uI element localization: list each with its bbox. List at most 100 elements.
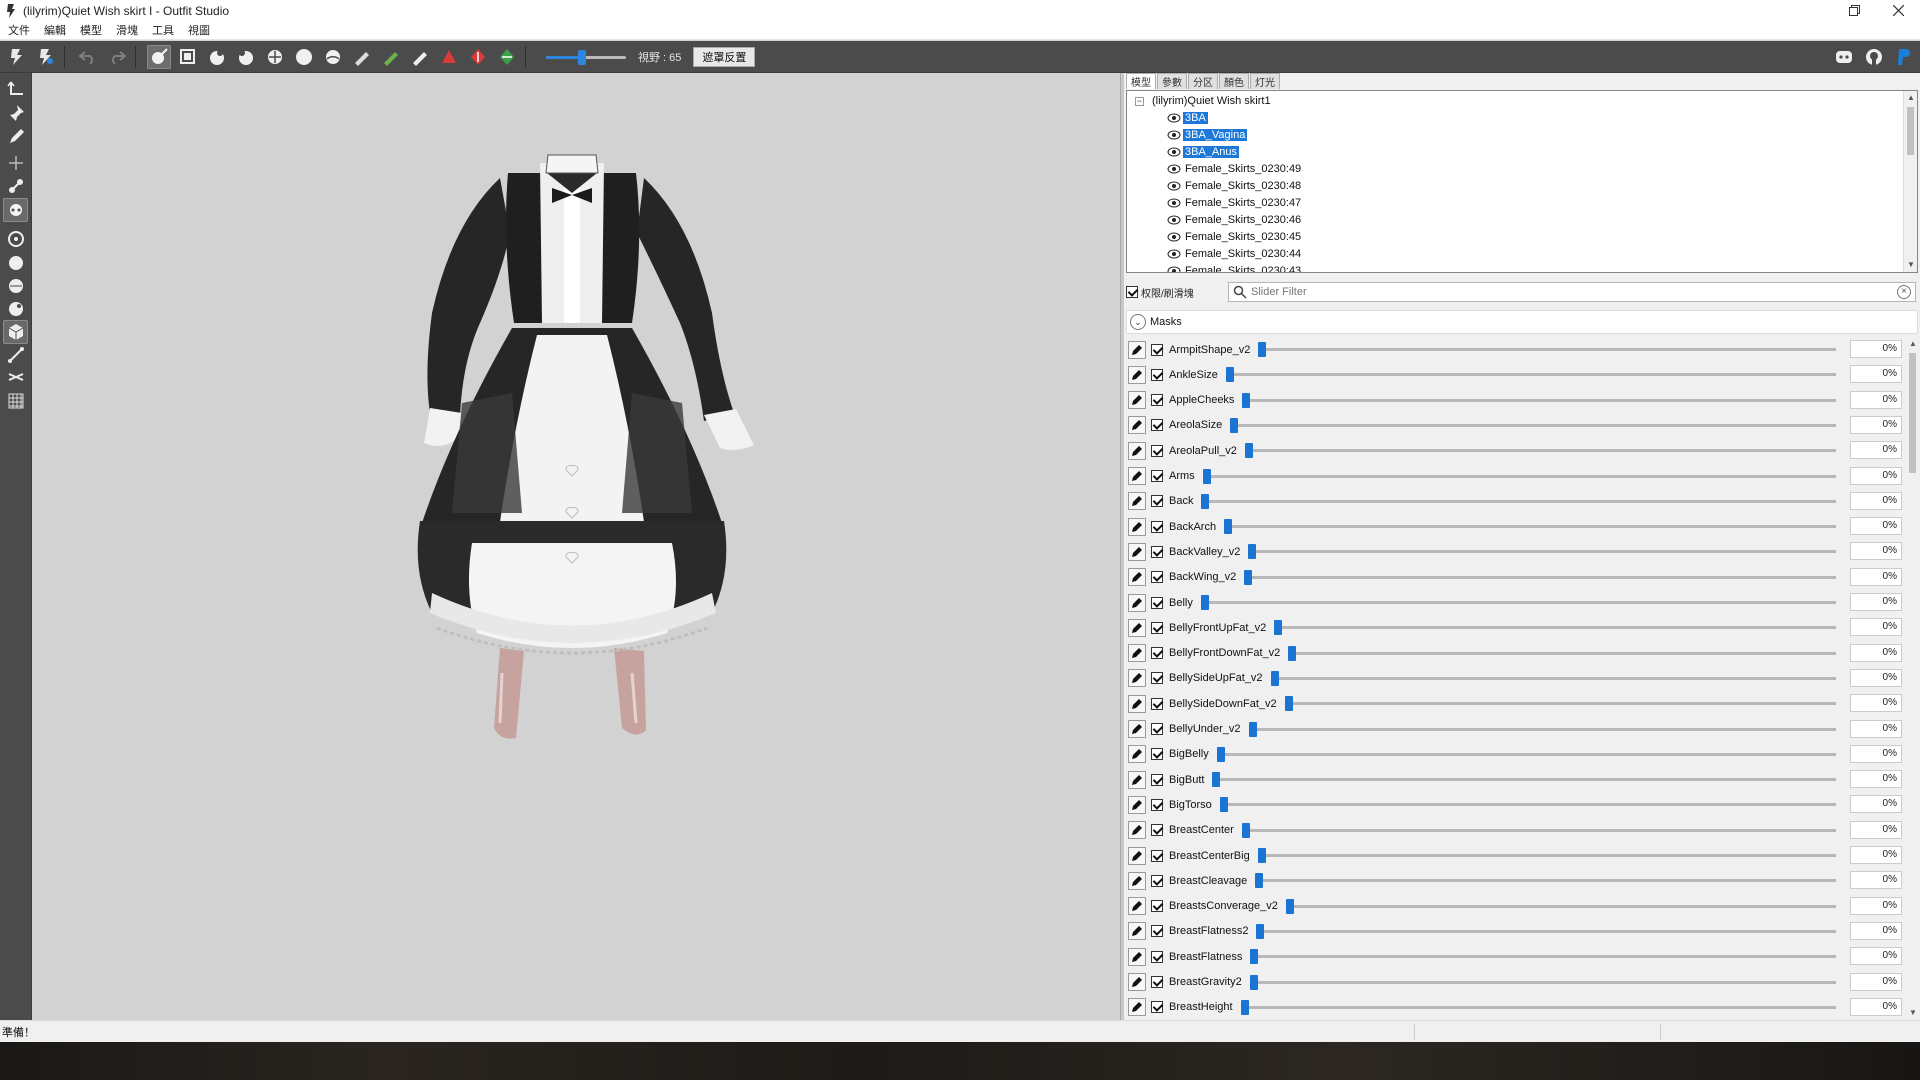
edit-slider-button[interactable] — [1128, 542, 1146, 561]
slider-enable-checkbox[interactable] — [1151, 798, 1163, 811]
tree-item[interactable]: Female_Skirts_0230:48 — [1167, 178, 1303, 194]
edit-slider-button[interactable] — [1128, 770, 1146, 789]
edit-slider-button[interactable] — [1128, 922, 1146, 941]
restore-button[interactable] — [1832, 0, 1876, 21]
visibility-eye-icon[interactable] — [1167, 181, 1181, 191]
edit-slider-button[interactable] — [1128, 694, 1146, 713]
slider-handle[interactable] — [1248, 544, 1256, 560]
visibility-eye-icon[interactable] — [1167, 215, 1181, 225]
translate-tool-icon[interactable] — [3, 77, 28, 101]
tab-partitions[interactable]: 分区 — [1188, 73, 1218, 89]
tree-item[interactable]: 3BA_Anus — [1167, 144, 1239, 160]
discord-icon[interactable] — [1832, 45, 1856, 69]
slider-enable-checkbox[interactable] — [1151, 900, 1163, 913]
slider-handle[interactable] — [1274, 620, 1282, 636]
menu-model[interactable]: 模型 — [80, 22, 102, 38]
edit-slider-button[interactable] — [1128, 365, 1146, 384]
undiff-brush-icon[interactable] — [321, 45, 345, 69]
slider-value[interactable]: 0% — [1850, 491, 1902, 510]
slider-handle[interactable] — [1212, 772, 1220, 788]
edit-slider-button[interactable] — [1128, 618, 1146, 637]
slider-enable-checkbox[interactable] — [1151, 824, 1163, 837]
smooth-shading-icon[interactable] — [3, 274, 28, 298]
scroll-up-icon[interactable]: ▲ — [1904, 91, 1917, 105]
shaded-view-icon[interactable] — [3, 251, 28, 275]
edit-slider-button[interactable] — [1128, 846, 1146, 865]
weight-brush-icon[interactable] — [350, 45, 374, 69]
slider-handle[interactable] — [1242, 392, 1250, 408]
tree-item[interactable]: 3BA_Vagina — [1167, 127, 1248, 143]
slider-value[interactable]: 0% — [1850, 820, 1902, 839]
slider-handle[interactable] — [1250, 949, 1258, 965]
tree-scrollbar[interactable]: ▲ ▼ — [1903, 91, 1917, 272]
edit-slider-button[interactable] — [1128, 745, 1146, 764]
slider-handle[interactable] — [1256, 923, 1264, 939]
alpha-brush-icon[interactable] — [408, 45, 432, 69]
edit-slider-button[interactable] — [1128, 340, 1146, 359]
slider-handle[interactable] — [1242, 822, 1250, 838]
deflate-brush-icon[interactable] — [234, 45, 258, 69]
3d-viewport[interactable] — [32, 73, 1120, 1020]
tree-item[interactable]: 3BA — [1167, 110, 1208, 126]
tab-lights[interactable]: 灯光 — [1250, 73, 1280, 89]
slider-handle[interactable] — [1288, 645, 1296, 661]
slider-enable-checkbox[interactable] — [1151, 723, 1163, 735]
brush-sliders-checkbox[interactable] — [1126, 286, 1138, 298]
pin-tool-icon[interactable] — [3, 101, 28, 125]
edit-slider-button[interactable] — [1128, 821, 1146, 840]
tree-item[interactable]: Female_Skirts_0230:45 — [1167, 229, 1303, 245]
visibility-eye-icon[interactable] — [1167, 266, 1181, 273]
load-project-icon[interactable] — [5, 45, 29, 69]
slider-value[interactable]: 0% — [1850, 618, 1902, 637]
smooth-brush-icon[interactable] — [292, 45, 316, 69]
slider-handle[interactable] — [1249, 721, 1257, 737]
slider-enable-checkbox[interactable] — [1151, 849, 1163, 862]
slider-value[interactable]: 0% — [1850, 390, 1902, 409]
slider-enable-checkbox[interactable] — [1151, 697, 1163, 710]
slider-value[interactable]: 0% — [1850, 846, 1902, 864]
scrollbar-thumb[interactable] — [1909, 353, 1916, 473]
scroll-up-icon[interactable]: ▲ — [1906, 337, 1920, 351]
edit-slider-button[interactable] — [1128, 720, 1146, 738]
slider-enable-checkbox[interactable] — [1151, 672, 1163, 685]
menu-slider[interactable]: 滑塊 — [116, 22, 138, 38]
inflate-brush-icon[interactable] — [205, 45, 229, 69]
scroll-down-icon[interactable]: ▼ — [1906, 1006, 1920, 1020]
slider-handle[interactable] — [1285, 696, 1293, 712]
slider-enable-checkbox[interactable] — [1151, 419, 1163, 432]
tree-item[interactable]: Female_Skirts_0230:46 — [1167, 212, 1303, 228]
edit-slider-button[interactable] — [1128, 391, 1146, 410]
edit-slider-button[interactable] — [1128, 568, 1146, 587]
slider-enable-checkbox[interactable] — [1151, 520, 1163, 533]
tree-item[interactable]: Female_Skirts_0230:44 — [1167, 246, 1303, 262]
slider-enable-checkbox[interactable] — [1151, 621, 1163, 634]
chevron-down-icon[interactable]: ⌄ — [1130, 314, 1146, 330]
slider-value[interactable]: 0% — [1850, 744, 1902, 763]
slider-value[interactable]: 0% — [1850, 365, 1902, 384]
slider-value[interactable]: 0% — [1850, 441, 1902, 460]
mask-invert-button[interactable]: 遮罩反置 — [693, 46, 756, 67]
slider-value[interactable]: 0% — [1850, 871, 1902, 890]
slider-value[interactable]: 0% — [1850, 593, 1902, 611]
lighting-icon[interactable] — [3, 297, 28, 321]
floor-grid-toggle-icon[interactable] — [3, 365, 28, 389]
slider-handle[interactable] — [1217, 746, 1225, 762]
visibility-eye-icon[interactable] — [1167, 147, 1181, 157]
collapse-icon[interactable]: − — [1135, 96, 1144, 106]
undo-icon[interactable] — [76, 45, 100, 69]
edit-slider-button[interactable] — [1128, 795, 1146, 814]
slider-value[interactable]: 0% — [1850, 517, 1902, 536]
slider-value[interactable]: 0% — [1850, 643, 1902, 662]
edit-slider-button[interactable] — [1128, 973, 1146, 991]
slider-value[interactable]: 0% — [1850, 770, 1902, 789]
slider-handle[interactable] — [1271, 670, 1279, 686]
edit-slider-button[interactable] — [1128, 669, 1146, 688]
slider-value[interactable]: 0% — [1850, 340, 1902, 358]
slider-enable-checkbox[interactable] — [1151, 596, 1163, 609]
clear-filter-icon[interactable]: × — [1897, 285, 1911, 299]
slider-enable-checkbox[interactable] — [1151, 571, 1163, 584]
slider-handle[interactable] — [1258, 848, 1266, 863]
slider-enable-checkbox[interactable] — [1151, 368, 1163, 381]
visibility-eye-icon[interactable] — [1167, 232, 1181, 242]
slider-handle[interactable] — [1258, 342, 1266, 357]
